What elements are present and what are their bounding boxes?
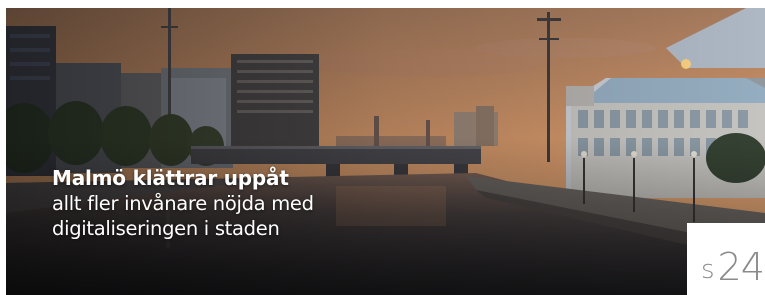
article-teaser[interactable]: Malmö klättrar uppåt allt fler invånare … (0, 0, 765, 295)
hero-photo (6, 8, 765, 295)
article-subline: allt fler invånare nöjda med (52, 192, 314, 215)
page-reference[interactable]: s 24 (687, 223, 765, 295)
page-prefix: s (701, 255, 715, 285)
article-headline[interactable]: Malmö klättrar uppåt (52, 165, 314, 191)
article-subline: digitaliseringen i staden (52, 217, 280, 240)
article-caption[interactable]: Malmö klättrar uppåt allt fler invånare … (52, 165, 314, 241)
page-number: 24 (717, 245, 765, 289)
